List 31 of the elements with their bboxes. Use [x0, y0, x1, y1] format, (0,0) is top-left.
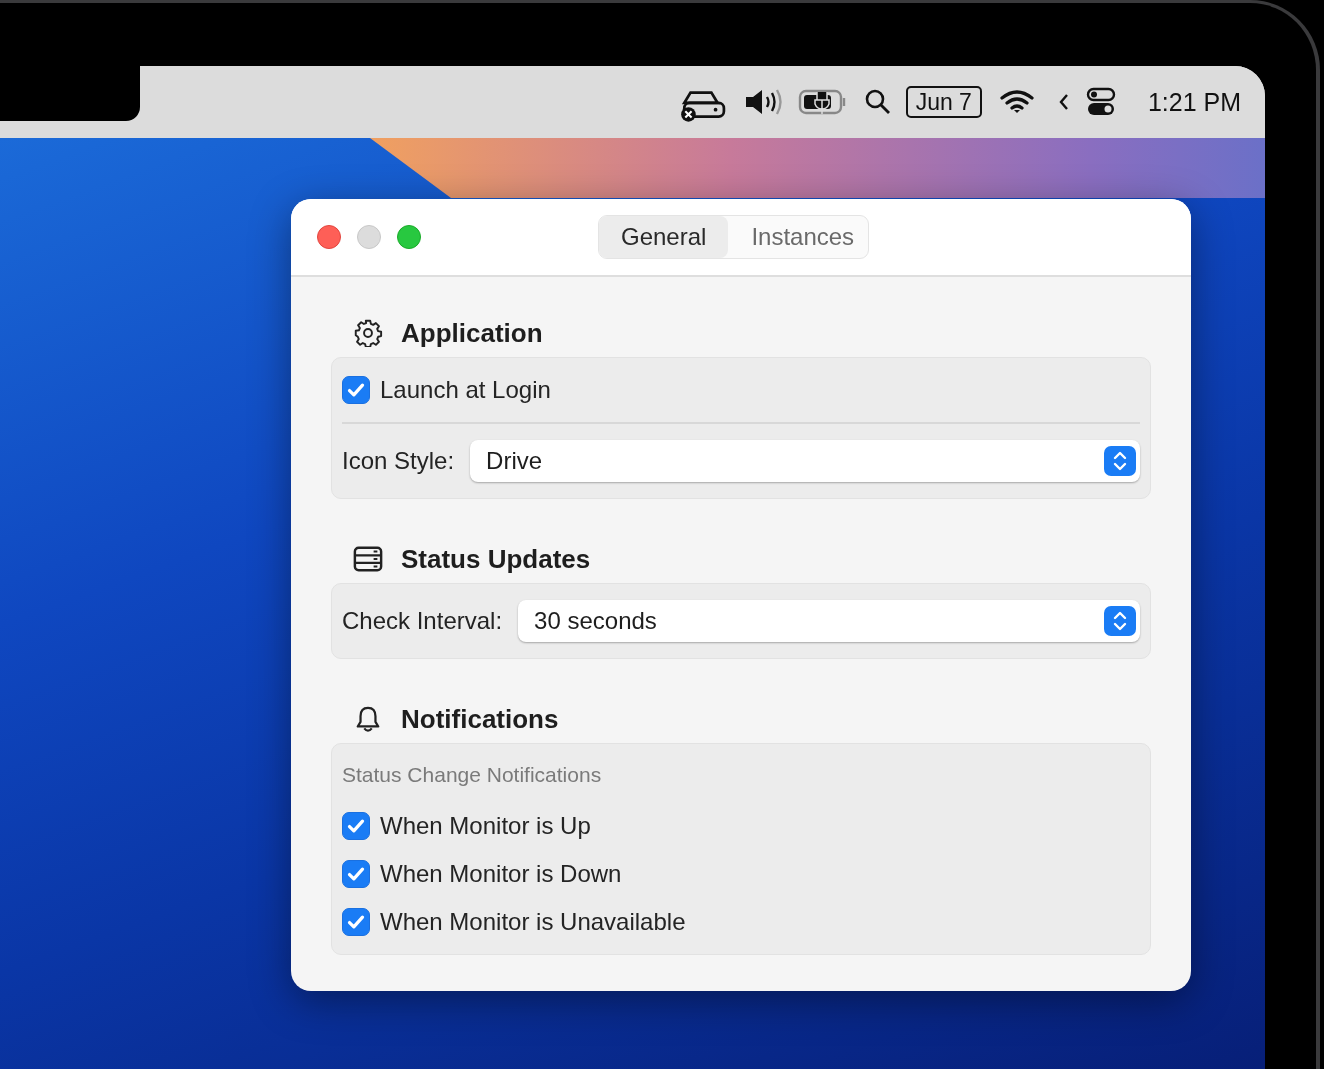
search-icon[interactable] [863, 88, 892, 116]
tab[interactable]: General [599, 216, 729, 258]
checkbox[interactable] [342, 860, 370, 888]
section-title: Application [401, 317, 543, 349]
server-icon [353, 545, 383, 573]
gear-icon [353, 319, 383, 347]
checkbox-label: When Monitor is Unavailable [380, 908, 686, 936]
wifi-icon[interactable] [999, 89, 1034, 115]
checkbox[interactable] [342, 812, 370, 840]
field-label: Check Interval: [342, 607, 503, 635]
checkbox[interactable] [342, 908, 370, 936]
up-down-arrows-icon [1104, 445, 1136, 477]
tab[interactable]: Instances [728, 216, 869, 258]
date-indicator[interactable]: Jun 7 [905, 86, 982, 118]
zoom-button[interactable] [397, 225, 421, 249]
group-caption: Status Change Notifications [342, 763, 602, 787]
section-title: Notifications [401, 703, 559, 735]
volume-icon[interactable] [743, 87, 784, 117]
dropdown[interactable]: Drive [470, 440, 1140, 482]
dropdown[interactable]: 30 seconds [518, 600, 1140, 642]
up-down-arrows-icon [1104, 605, 1136, 637]
checkbox-label: When Monitor is Down [380, 860, 622, 888]
menu-bar-clock: 1:21 PM [1147, 87, 1241, 117]
section-title: Status Updates [401, 543, 591, 575]
field-label: Icon Style: [342, 447, 455, 475]
toggle-switches-icon[interactable] [1085, 87, 1116, 117]
checkbox[interactable] [342, 376, 370, 404]
checkbox-label: Launch at Login [380, 376, 551, 404]
checkbox-label: When Monitor is Up [380, 812, 591, 840]
close-button[interactable] [317, 225, 341, 249]
battery-charging-icon[interactable] [797, 88, 848, 116]
